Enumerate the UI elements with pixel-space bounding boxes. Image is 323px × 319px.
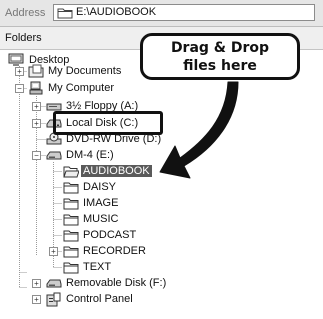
drag-drop-callout: Drag & Drop files here <box>140 33 300 80</box>
callout-line-2: files here <box>183 58 257 74</box>
callout-line-1: Drag & Drop <box>170 40 270 56</box>
